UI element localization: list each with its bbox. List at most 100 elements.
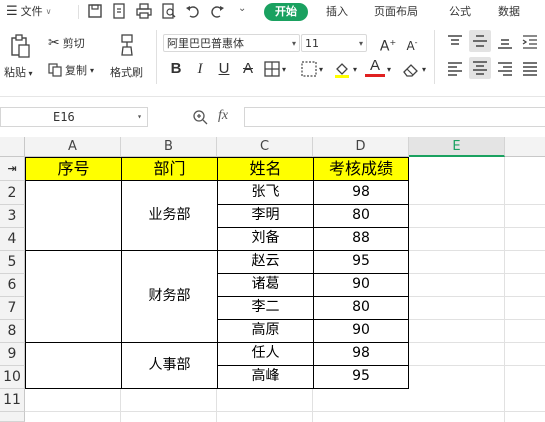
italic-icon[interactable]: I (190, 59, 210, 79)
merged-seq-cell[interactable] (25, 180, 121, 251)
row-header[interactable]: 4 (0, 228, 25, 251)
tab-formula[interactable]: 公式 (449, 3, 471, 21)
score-cell[interactable]: 80 (313, 204, 409, 228)
tab-data[interactable]: 数据 (498, 3, 520, 21)
zoom-formula-icon[interactable] (192, 109, 208, 125)
paste-icon[interactable] (9, 34, 31, 58)
dept-cell[interactable]: 业务部 (121, 180, 217, 251)
justify-icon[interactable] (522, 62, 538, 76)
formula-input[interactable] (244, 107, 545, 127)
print-preview-icon[interactable] (160, 2, 178, 20)
export-pdf-icon[interactable] (110, 2, 128, 20)
row-header[interactable]: 8 (0, 320, 25, 343)
merged-seq-cell[interactable] (25, 250, 121, 343)
font-name-value: 阿里巴巴普惠体 (167, 37, 244, 50)
align-middle-button[interactable] (469, 30, 491, 52)
chevron-down-icon[interactable]: ▾ (282, 65, 286, 74)
column-header-e[interactable]: E (409, 137, 505, 157)
format-painter-icon[interactable] (117, 33, 137, 57)
name-cell[interactable]: 高峰 (217, 365, 313, 389)
tab-page-layout[interactable]: 页面布局 (374, 3, 418, 21)
redo-icon[interactable] (208, 2, 226, 20)
column-header-a[interactable]: A (25, 137, 121, 157)
row-header[interactable]: 2 (0, 181, 25, 205)
underline-icon[interactable]: U (214, 59, 234, 79)
column-header-f[interactable] (505, 137, 545, 157)
align-center-button[interactable] (469, 57, 491, 79)
indent-icon[interactable] (522, 35, 538, 49)
score-cell[interactable]: 98 (313, 342, 409, 366)
column-header-b[interactable]: B (121, 137, 217, 157)
merged-seq-cell[interactable] (25, 342, 121, 389)
more-quick-access-icon[interactable]: ⌄ (238, 3, 246, 14)
row-header[interactable]: 5 (0, 251, 25, 274)
file-menu[interactable]: ☰ 文件 ∨ (6, 3, 52, 21)
paste-button[interactable]: 粘贴 ▾ (4, 64, 33, 80)
dept-cell[interactable]: 人事部 (121, 342, 217, 389)
score-cell[interactable]: 90 (313, 319, 409, 343)
row-header[interactable]: 10 (0, 366, 25, 389)
eraser-icon[interactable] (402, 61, 420, 77)
row-header[interactable]: 9 (0, 343, 25, 366)
tab-start[interactable]: 开始 (264, 3, 308, 21)
align-left-icon[interactable] (447, 62, 463, 76)
name-box[interactable]: E16 ▾ (0, 107, 148, 127)
score-cell[interactable]: 88 (313, 227, 409, 251)
header-cell-score[interactable]: 考核成绩 (313, 157, 409, 181)
borders-icon[interactable] (264, 61, 280, 77)
column-header-c[interactable]: C (217, 137, 313, 157)
name-cell[interactable]: 张飞 (217, 180, 313, 205)
fill-color-icon[interactable] (333, 60, 351, 78)
header-cell-name[interactable]: 姓名 (217, 157, 313, 181)
chevron-down-icon[interactable]: ▾ (422, 65, 426, 74)
row-header-1[interactable]: ⇥ (0, 157, 25, 181)
row-header[interactable]: 3 (0, 205, 25, 228)
copy-button[interactable]: 复制 ▾ (48, 62, 94, 78)
fill-pattern-icon[interactable] (301, 61, 317, 77)
name-cell[interactable]: 赵云 (217, 250, 313, 274)
strikethrough-icon[interactable]: A (238, 59, 258, 79)
score-cell[interactable]: 95 (313, 250, 409, 274)
align-top-icon[interactable] (447, 35, 463, 49)
score-cell[interactable]: 90 (313, 273, 409, 297)
increase-font-size-icon[interactable]: A+ (378, 33, 398, 55)
row-header[interactable] (0, 412, 25, 422)
name-cell[interactable]: 李二 (217, 296, 313, 320)
align-right-icon[interactable] (497, 62, 513, 76)
score-cell[interactable]: 80 (313, 296, 409, 320)
fx-label[interactable]: fx (218, 108, 228, 124)
select-all-corner[interactable] (0, 137, 25, 157)
ribbon: 粘贴 ▾ ✂ 剪切 复制 ▾ 格式刷 阿里巴巴普惠体 ▾ 11 ▾ A+ A- … (0, 24, 545, 90)
undo-icon[interactable] (184, 2, 202, 20)
format-painter-label[interactable]: 格式刷 (110, 64, 143, 80)
score-cell[interactable]: 95 (313, 365, 409, 389)
save-icon[interactable] (86, 2, 104, 20)
font-size-dropdown[interactable]: 11 ▾ (301, 34, 367, 52)
name-cell[interactable]: 高原 (217, 319, 313, 343)
font-name-dropdown[interactable]: 阿里巴巴普惠体 ▾ (163, 34, 300, 52)
tab-insert[interactable]: 插入 (326, 3, 348, 21)
name-cell[interactable]: 李明 (217, 204, 313, 228)
row-header[interactable]: 11 (0, 389, 25, 412)
bold-icon[interactable]: B (166, 59, 186, 79)
header-cell-dept[interactable]: 部门 (121, 157, 217, 181)
chevron-down-icon[interactable]: ▾ (353, 65, 357, 74)
align-bottom-icon[interactable] (497, 35, 513, 49)
cut-button[interactable]: ✂ 剪切 (48, 35, 85, 51)
name-cell[interactable]: 任人 (217, 342, 313, 366)
chevron-down-icon[interactable]: ▾ (319, 65, 323, 74)
name-box-value: E16 (53, 110, 75, 124)
decrease-font-size-icon[interactable]: A- (402, 33, 422, 53)
dept-cell[interactable]: 财务部 (121, 250, 217, 343)
font-color-icon[interactable]: A (365, 57, 385, 77)
column-header-d[interactable]: D (313, 137, 409, 157)
row-header[interactable]: 7 (0, 297, 25, 320)
copy-icon (48, 63, 62, 77)
name-cell[interactable]: 刘备 (217, 227, 313, 251)
chevron-down-icon[interactable]: ▾ (387, 65, 391, 74)
print-icon[interactable] (135, 2, 153, 20)
name-cell[interactable]: 诸葛 (217, 273, 313, 297)
row-header[interactable]: 6 (0, 274, 25, 297)
score-cell[interactable]: 98 (313, 180, 409, 205)
header-cell-seq[interactable]: 序号 (25, 157, 121, 181)
